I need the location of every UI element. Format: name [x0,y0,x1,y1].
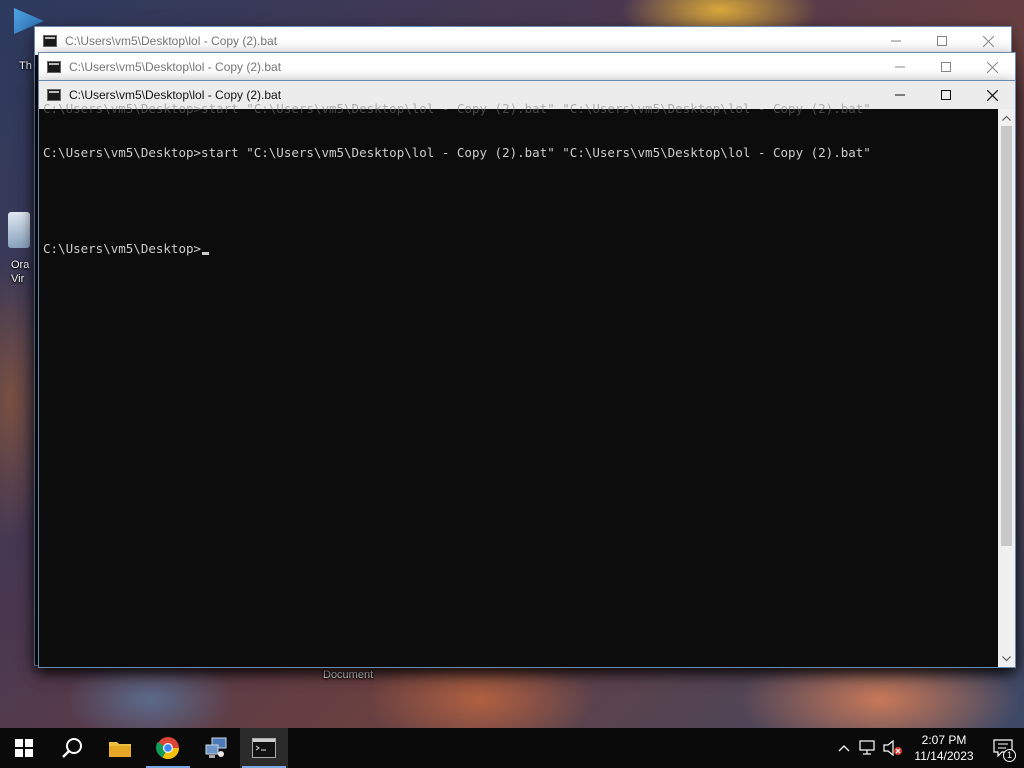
clock-date: 11/14/2023 [914,749,974,763]
file-explorer-button[interactable] [96,728,144,768]
console-icon [252,738,276,758]
close-button[interactable] [965,27,1011,55]
network-computer-icon [205,737,227,758]
console-prompt: C:\Users\vm5\Desktop> [43,241,202,256]
volume-muted-icon [883,740,902,756]
window-title: C:\Users\vm5\Desktop\lol - Copy (2).bat [65,34,278,48]
virtualbox-desktop-icon[interactable]: Ora Vir [8,212,30,285]
notification-count-badge: 1 [1003,749,1016,762]
close-icon [982,35,994,47]
start-button[interactable] [0,728,48,768]
close-icon [986,89,998,101]
maximize-button[interactable] [923,53,969,81]
search-button[interactable] [48,728,96,768]
search-icon [62,738,82,758]
maximize-icon [941,62,951,72]
window-title: C:\Users\vm5\Desktop\lol - Copy (2).bat [69,60,282,74]
console-prompt-line: C:\Users\vm5\Desktop> [43,241,997,257]
minimize-button[interactable] [877,53,923,81]
virtualbox-icon [8,212,30,248]
folder-icon [109,742,131,757]
document-desktop-icon-label[interactable]: Document [323,669,373,681]
chevron-up-icon [838,745,850,752]
desktop-icon-label-line1: Ora [11,259,30,271]
volume-button[interactable] [880,728,906,768]
clock-button[interactable]: 2:07 PM 11/14/2023 [906,728,982,768]
action-center-button[interactable]: 1 [982,728,1024,768]
console-icon [47,61,61,73]
close-button[interactable] [969,81,1015,109]
network-status-button[interactable] [856,728,880,768]
titlebar[interactable]: C:\Users\vm5\Desktop\lol - Copy (2).bat [39,53,1015,81]
system-tray: 2:07 PM 11/14/2023 1 [832,728,1024,768]
minimize-icon [891,40,901,42]
maximize-icon [937,36,947,46]
chrome-button[interactable] [144,728,192,768]
console-icon [47,89,61,101]
console-output[interactable]: C:\Users\vm5\Desktop>start "C:\Users\vm5… [43,113,997,663]
minimize-button[interactable] [873,27,919,55]
show-hidden-icons-button[interactable] [832,728,856,768]
console-line: C:\Users\vm5\Desktop>start "C:\Users\vm5… [43,145,871,160]
scroll-up-button[interactable] [998,109,1015,126]
taskbar: 2:07 PM 11/14/2023 1 [0,728,1024,768]
window-controls [873,27,1011,55]
windows-logo-icon [15,739,33,757]
maximize-icon [941,90,951,100]
scroll-down-button[interactable] [998,650,1015,667]
desktop-icon-label: Ora Vir [11,258,29,286]
chrome-icon [156,737,179,759]
console-icon [43,35,57,47]
cmd-window-active[interactable]: C:\Users\vm5\Desktop\lol - Copy (2).bat … [38,80,1016,668]
minimize-icon [895,94,905,96]
chevron-up-icon [1002,115,1011,121]
chevron-down-icon [1002,655,1011,661]
maximize-button[interactable] [919,27,965,55]
scrollbar-thumb[interactable] [1001,126,1012,546]
network-icon [859,740,875,755]
close-icon [986,61,998,73]
desktop-icon-label: Th [19,60,32,72]
network-app-button[interactable] [192,728,240,768]
window-title: C:\Users\vm5\Desktop\lol - Copy (2).bat [69,88,282,102]
clock-time: 2:07 PM [921,733,967,747]
text-cursor [202,252,210,255]
vertical-scrollbar[interactable] [998,109,1015,667]
titlebar[interactable]: C:\Users\vm5\Desktop\lol - Copy (2).bat [35,27,1011,55]
desktop: Th Ora Vir Document C:\Users\vm5\Desktop… [0,0,1024,768]
close-button[interactable] [969,53,1015,81]
command-prompt-button[interactable] [240,728,288,768]
minimize-icon [895,66,905,68]
desktop-icon-label-line2: Vir [11,273,25,285]
window-controls [877,53,1015,81]
